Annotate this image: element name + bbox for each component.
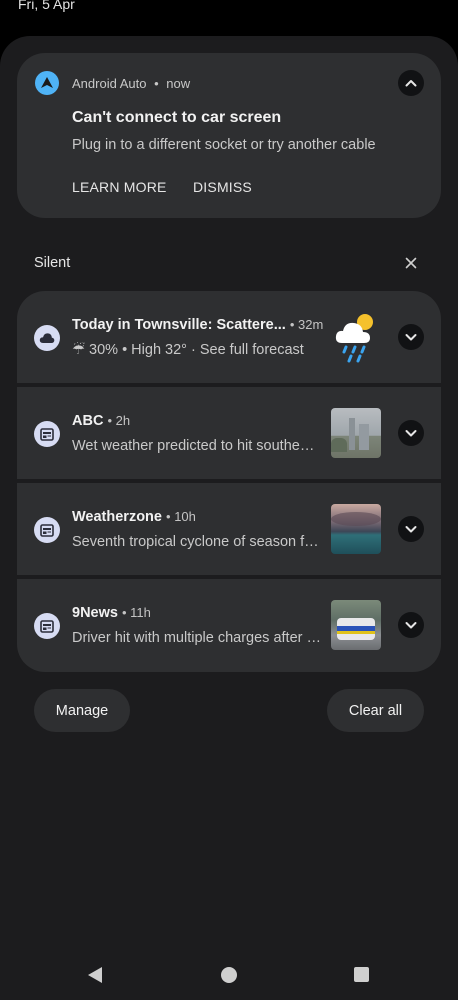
notification-title: ABC • 2h (72, 413, 131, 429)
manage-button[interactable]: Manage (34, 689, 130, 732)
news-icon (34, 613, 60, 639)
notification-text: Seventh tropical cyclone of season forms (72, 534, 322, 550)
silent-section-label: Silent (34, 255, 71, 271)
android-auto-notification[interactable]: Android Auto • now Can't connect to car … (17, 53, 441, 218)
news-photo-thumbnail (331, 408, 381, 458)
chevron-up-icon (405, 80, 417, 87)
expand-button[interactable] (398, 324, 424, 350)
status-bar-date: Fri, 5 Apr (18, 0, 75, 12)
chevron-down-icon (405, 526, 417, 533)
back-icon[interactable] (87, 966, 103, 984)
expand-button[interactable] (398, 420, 424, 446)
notification-title: Can't connect to car screen (72, 109, 282, 126)
learn-more-button[interactable]: LEARN MORE (72, 179, 167, 195)
clear-all-button[interactable]: Clear all (327, 689, 424, 732)
9news-notification[interactable]: 9News • 11h Driver hit with multiple cha… (17, 579, 441, 672)
app-name: Android Auto (72, 76, 147, 91)
chevron-down-icon (405, 334, 417, 341)
separator: • (154, 76, 159, 91)
weather-notification[interactable]: Today in Townsville: Scattere... • 32m ☔… (17, 291, 441, 383)
notification-title: 9News • 11h (72, 605, 151, 621)
notification-text: ☔ 30% • High 32° · See full forecast (72, 342, 304, 358)
abc-notification[interactable]: ABC • 2h Wet weather predicted to hit so… (17, 387, 441, 479)
weather-cloud-icon (34, 325, 60, 351)
news-photo-thumbnail (331, 504, 381, 554)
notification-time: now (166, 76, 191, 91)
expand-button[interactable] (398, 516, 424, 542)
news-icon (34, 421, 60, 447)
chevron-down-icon (405, 622, 417, 629)
dismiss-button[interactable]: DISMISS (193, 179, 252, 195)
notification-text: Wet weather predicted to hit southeast Q… (72, 438, 322, 454)
cloud-rain-sun-icon (333, 311, 381, 363)
chevron-down-icon (405, 430, 417, 437)
collapse-button[interactable] (398, 70, 424, 96)
notification-title: Weatherzone • 10h (72, 509, 196, 525)
recents-icon[interactable] (353, 966, 370, 983)
expand-button[interactable] (398, 612, 424, 638)
close-icon[interactable] (403, 255, 419, 271)
weatherzone-notification[interactable]: Weatherzone • 10h Seventh tropical cyclo… (17, 483, 441, 575)
notification-text: Plug in to a different socket or try ano… (72, 137, 376, 153)
navigation-bar (0, 962, 458, 988)
android-auto-icon (35, 71, 59, 95)
notification-title: Today in Townsville: Scattere... • 32m (72, 317, 324, 333)
notification-text: Driver hit with multiple charges after c… (72, 630, 322, 646)
news-photo-thumbnail (331, 600, 381, 650)
home-icon[interactable] (220, 966, 238, 984)
notification-header: Android Auto • now (72, 76, 190, 91)
news-icon (34, 517, 60, 543)
